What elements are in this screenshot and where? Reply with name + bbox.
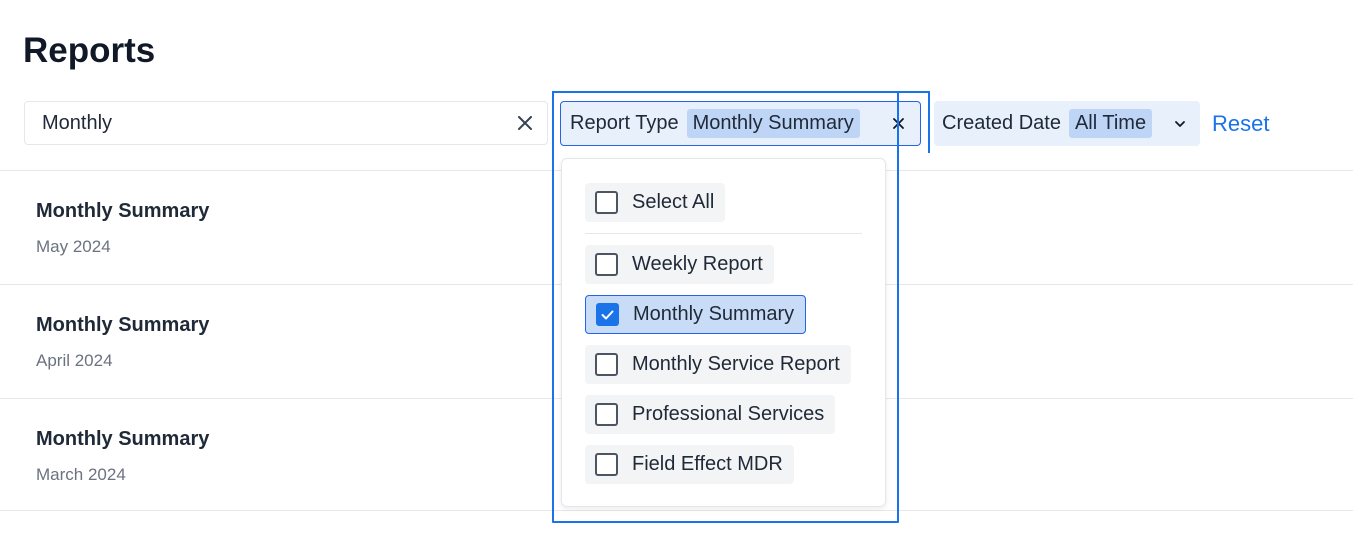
- created-date-selected-chip: All Time: [1068, 109, 1153, 138]
- checkmark-icon: [601, 310, 614, 319]
- option-monthly-summary[interactable]: Monthly Summary: [585, 295, 807, 334]
- close-icon: [518, 116, 532, 130]
- option-field-effect-mdr[interactable]: Field Effect MDR: [585, 445, 794, 484]
- reset-link[interactable]: Reset: [1212, 108, 1269, 140]
- option-weekly-report[interactable]: Weekly Report: [585, 245, 774, 284]
- report-type-filter-label: Report Type: [570, 112, 679, 134]
- search-box: [24, 101, 548, 145]
- checkbox-checked[interactable]: [596, 303, 619, 326]
- clear-report-type-button[interactable]: [876, 102, 920, 146]
- checkbox[interactable]: [595, 403, 618, 426]
- option-label: Select All: [632, 191, 715, 213]
- select-all-option[interactable]: Select All: [585, 183, 726, 222]
- chevron-down-icon: [1160, 102, 1200, 146]
- option-professional-services[interactable]: Professional Services: [585, 395, 836, 434]
- checkbox[interactable]: [595, 353, 618, 376]
- report-type-dropdown: Select All Weekly Report Monthly Summary…: [561, 158, 886, 507]
- option-label: Monthly Summary: [633, 303, 795, 325]
- option-label: Monthly Service Report: [632, 353, 840, 375]
- clear-search-button[interactable]: [503, 101, 547, 145]
- option-label: Professional Services: [632, 403, 825, 425]
- checkbox[interactable]: [595, 253, 618, 276]
- report-type-selected-chip: Monthly Summary: [686, 109, 860, 138]
- reports-page: Reports Report Type Monthly Summary Crea…: [0, 0, 1353, 534]
- option-label: Weekly Report: [632, 253, 763, 275]
- search-input[interactable]: [25, 102, 503, 144]
- divider: [585, 233, 862, 234]
- report-type-filter[interactable]: Report Type Monthly Summary: [560, 101, 921, 146]
- close-icon: [892, 118, 904, 129]
- page-title: Reports: [23, 31, 156, 70]
- created-date-filter[interactable]: Created Date All Time: [934, 101, 1200, 146]
- checkbox[interactable]: [595, 453, 618, 476]
- option-label: Field Effect MDR: [632, 453, 783, 475]
- checkbox[interactable]: [595, 191, 618, 214]
- created-date-filter-label: Created Date: [942, 112, 1061, 134]
- option-monthly-service-report[interactable]: Monthly Service Report: [585, 345, 851, 384]
